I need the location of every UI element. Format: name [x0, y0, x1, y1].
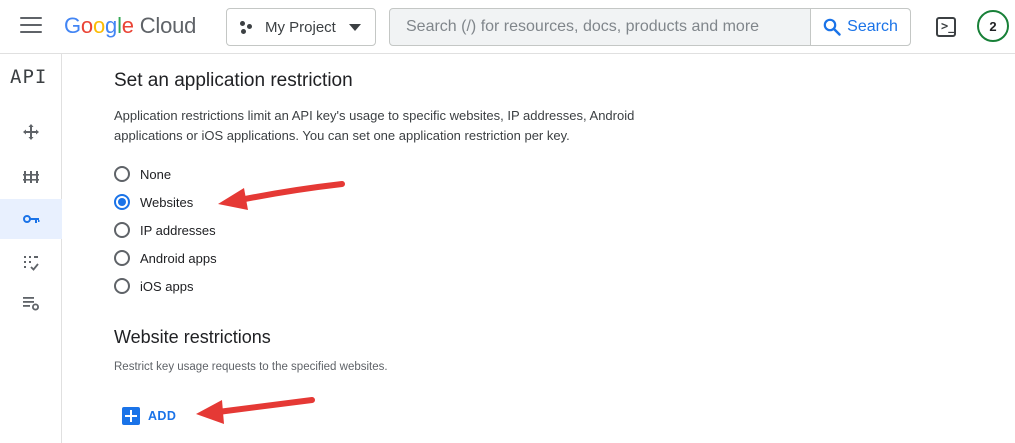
library-icon — [23, 171, 39, 183]
project-picker[interactable]: My Project — [226, 8, 376, 46]
logo-letter: e — [121, 13, 134, 38]
logo-letter: g — [105, 13, 118, 38]
radio-option-ip-addresses[interactable]: IP addresses — [114, 219, 216, 241]
rail-item-enabled-apis[interactable] — [0, 112, 62, 152]
logo-letter: o — [92, 13, 106, 38]
radio-button-selected[interactable] — [114, 194, 130, 210]
add-website-button[interactable]: ADD — [122, 404, 176, 428]
project-name: My Project — [265, 18, 336, 36]
radio-button[interactable] — [114, 278, 130, 294]
radio-label: Websites — [140, 194, 194, 210]
radio-label: iOS apps — [140, 278, 194, 294]
search-input[interactable] — [390, 9, 810, 45]
logo-letter: o — [80, 13, 93, 38]
main-content: Set an application restriction Applicati… — [62, 54, 1015, 443]
page-title: Set an application restriction — [114, 70, 353, 91]
add-box-icon — [122, 407, 140, 425]
key-icon — [23, 215, 40, 223]
radio-label: IP addresses — [140, 222, 216, 238]
search-icon — [823, 18, 841, 36]
settings-list-icon — [23, 297, 39, 311]
radio-button[interactable] — [114, 250, 130, 266]
radio-label: Android apps — [140, 250, 217, 266]
search-button-label: Search — [847, 18, 898, 35]
google-cloud-logo[interactable]: Google Cloud — [64, 13, 196, 39]
hamburger-menu-icon[interactable] — [20, 17, 42, 35]
top-bar: Google Cloud My Project Search >_ 2 — [0, 0, 1015, 54]
website-restrictions-title: Website restrictions — [114, 327, 271, 347]
radio-option-ios-apps[interactable]: iOS apps — [114, 275, 193, 297]
rail-item-library[interactable] — [0, 157, 62, 197]
oauth-consent-icon — [24, 256, 39, 271]
rail-item-credentials[interactable] — [0, 199, 62, 239]
cloud-shell-terminal-icon[interactable]: >_ — [936, 17, 956, 37]
logo-suffix: Cloud — [139, 13, 197, 38]
chevron-down-icon — [349, 24, 361, 31]
move-icon — [23, 124, 39, 140]
rail-item-oauth-consent[interactable] — [0, 242, 62, 282]
radio-button[interactable] — [114, 222, 130, 238]
project-dots-icon — [239, 19, 255, 35]
logo-letter: G — [64, 13, 81, 38]
rail-title: API — [10, 66, 48, 88]
left-nav-rail: API — [0, 54, 62, 443]
radio-option-none[interactable]: None — [114, 163, 171, 185]
radio-option-websites[interactable]: Websites — [114, 191, 193, 213]
search-button[interactable]: Search — [810, 9, 910, 45]
website-restrictions-description: Restrict key usage requests to the speci… — [114, 361, 388, 373]
search-bar: Search — [389, 8, 911, 46]
restriction-description: Application restrictions limit an API ke… — [114, 108, 635, 143]
radio-button[interactable] — [114, 166, 130, 182]
avatar[interactable]: 2 — [977, 10, 1009, 42]
radio-option-android-apps[interactable]: Android apps — [114, 247, 217, 269]
radio-label: None — [140, 166, 172, 182]
rail-item-page-usage[interactable] — [0, 283, 62, 323]
add-button-label: ADD — [148, 409, 177, 423]
